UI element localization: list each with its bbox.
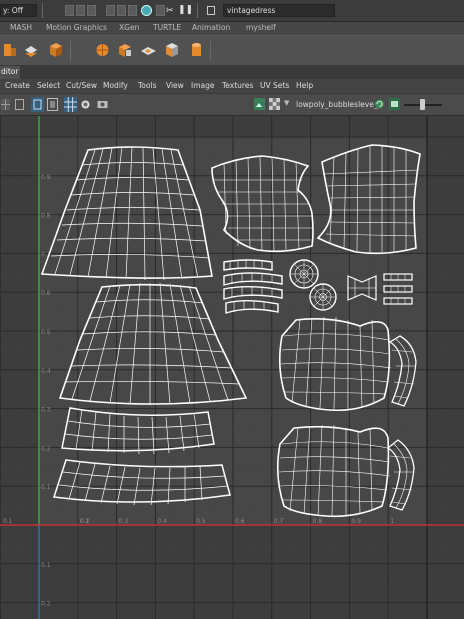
wire-toggle-icon[interactable] (15, 99, 24, 110)
x-tick-label: 0.6 (235, 518, 245, 525)
mask-rendering-icon[interactable]: ✂ (166, 6, 176, 16)
x-tick-label: 0.5 (196, 518, 206, 525)
uv-set-refresh-icon[interactable] (374, 98, 385, 110)
separator (42, 3, 43, 18)
shelf-tab-mash[interactable]: MASH (10, 23, 32, 32)
shelf-tab-animation[interactable]: Animation (192, 23, 230, 32)
x-tick-label: 1 (390, 518, 394, 525)
y-tick-label: 0.4 (41, 368, 51, 375)
cylinder-icon[interactable] (188, 39, 205, 61)
select-by-hierarchy-icon[interactable] (65, 5, 74, 16)
texture-tile-icon[interactable] (31, 97, 44, 112)
status-line: y: Off ✂ ❚❚ vintagedress (0, 0, 464, 22)
frame-icon[interactable] (47, 98, 58, 111)
checker-map-icon[interactable] (269, 98, 280, 110)
menu-select[interactable]: Select (37, 81, 60, 90)
x-tick-label: 0.1 (3, 518, 13, 525)
name-field[interactable]: vintagedress (223, 4, 335, 17)
checker-grid-icon[interactable] (64, 97, 77, 112)
menu-create[interactable]: Create (5, 81, 30, 90)
menu-tools[interactable]: Tools (138, 81, 156, 90)
cube-split-icon[interactable] (117, 39, 134, 61)
y-tick-label: 0.6 (41, 290, 51, 297)
menu-view[interactable]: View (166, 81, 184, 90)
x-tick-label: 0.7 (274, 518, 284, 525)
exposure-slider-handle[interactable] (420, 99, 425, 110)
uv-viewport[interactable]: 0.1 0.1 0.2 0.3 0.4 0.5 0.6 0.7 0.8 0.9 1 0.9 0.8 0.7… (0, 116, 464, 619)
shelf-tab-myshelf[interactable]: myshelf (246, 23, 276, 32)
mask-deformers-icon[interactable] (156, 5, 165, 16)
shelf (0, 35, 464, 66)
x-tick-label: 0.8 (313, 518, 323, 525)
pause-icon[interactable]: ❚❚ (178, 5, 193, 15)
menu-textures[interactable]: Textures (222, 81, 253, 90)
x-tick-label: 0.4 (157, 518, 167, 525)
snapshot-camera-icon[interactable] (97, 99, 108, 109)
input-field-icon[interactable] (207, 6, 215, 15)
uv-editor-tab-label: ditor (1, 67, 19, 76)
texture-cube-icon[interactable] (163, 39, 180, 61)
status-dropdown[interactable]: y: Off (0, 4, 37, 17)
menu-cut-sew[interactable]: Cut/Sew (66, 81, 97, 90)
separator (210, 41, 211, 61)
grid-toggle-icon[interactable] (1, 99, 10, 110)
y-tick-label: 0.9 (41, 174, 51, 181)
select-by-component-icon[interactable] (87, 5, 96, 16)
y-tick-label: 0.2 (41, 445, 51, 452)
x-tick-label: 0.9 (351, 518, 361, 525)
exposure-icon[interactable] (389, 98, 400, 110)
status-dropdown-label: y: Off (3, 6, 23, 15)
menu-image[interactable]: Image (191, 81, 215, 90)
separator (70, 41, 71, 61)
y-tick-label: 0.5 (41, 329, 51, 336)
uv-set-name[interactable]: lowpoly_bubblesleve_ (296, 100, 378, 109)
separator (197, 3, 198, 18)
x-tick-label: 0.3 (119, 518, 129, 525)
menu-help[interactable]: Help (296, 81, 313, 90)
y-tick-label: 0.1 (41, 562, 51, 569)
snap-icon[interactable] (141, 5, 152, 16)
cube-icon[interactable] (47, 39, 64, 61)
selection-mask-icons: ✂ ❚❚ (48, 0, 248, 22)
shelf-tool-icon[interactable] (2, 39, 19, 61)
menu-modify[interactable]: Modify (103, 81, 128, 90)
y-tick-label: 0.8 (41, 213, 51, 220)
uv-editor-tab[interactable]: ditor (0, 66, 20, 79)
editor-tab-strip: ditor (0, 66, 464, 79)
plane-icon[interactable] (140, 39, 157, 61)
name-field-value: vintagedress (227, 6, 276, 15)
chevron-down-icon[interactable]: ▼ (284, 99, 289, 107)
x-tick-label: 0.2 (80, 518, 90, 525)
y-tick-label: 0.2 (41, 601, 51, 608)
uv-toolbar: ▼ lowpoly_bubblesleve_ (0, 94, 464, 116)
mask-joints-icon[interactable] (117, 5, 126, 16)
uv-layout-icon[interactable] (23, 39, 40, 61)
menu-uv-sets[interactable]: UV Sets (260, 81, 289, 90)
shading-icon[interactable] (80, 99, 91, 110)
mask-curves-icon[interactable] (128, 5, 137, 16)
shelf-tabs: MASH Motion Graphics XGen TURTLE Animati… (0, 22, 464, 35)
shelf-tab-turtle[interactable]: TURTLE (153, 23, 181, 32)
y-tick-label: 0.1 (41, 484, 51, 491)
shelf-tab-xgen[interactable]: XGen (119, 23, 139, 32)
sphere-icon[interactable] (94, 39, 111, 61)
y-tick-label: 0.3 (41, 407, 51, 414)
shelf-tab-motion-graphics[interactable]: Motion Graphics (46, 23, 107, 32)
uv-canvas[interactable]: 0.1 0.10.2 0.3 0.4 0.5 0.6 0.7 0.8 0.9 10.90.80.7… (0, 116, 464, 619)
image-display-icon[interactable] (254, 98, 265, 110)
mask-handles-icon[interactable] (106, 5, 115, 16)
menu-bar: Create Select Cut/Sew Modify Tools View … (0, 79, 464, 94)
select-by-object-icon[interactable] (76, 5, 85, 16)
